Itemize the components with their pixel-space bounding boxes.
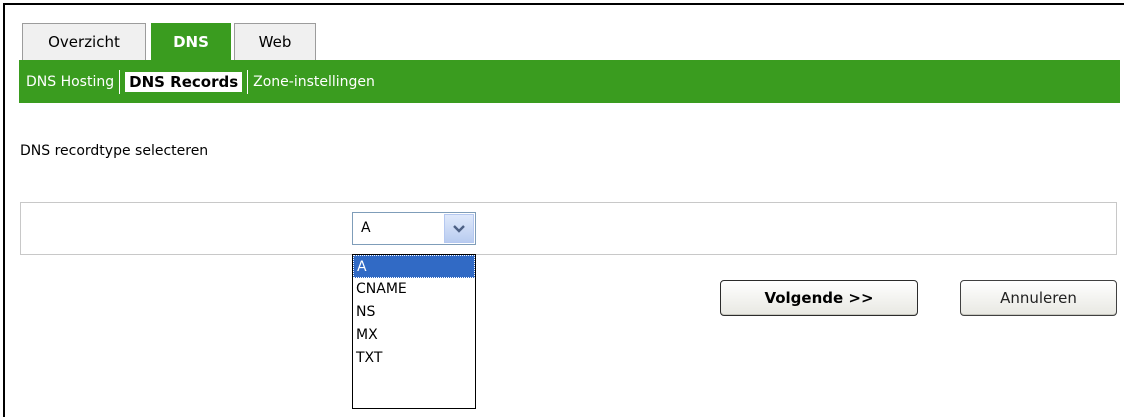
option-ns[interactable]: NS: [353, 301, 475, 324]
select-current-value: A: [361, 220, 371, 236]
page-heading: DNS recordtype selecteren: [20, 143, 209, 159]
next-button[interactable]: Volgende >>: [720, 280, 918, 316]
recordtype-select[interactable]: A: [352, 212, 476, 245]
option-a[interactable]: A: [353, 255, 475, 278]
subnav-separator: [119, 69, 121, 94]
sub-navigation: DNS Hosting DNS Records Zone-instellinge…: [19, 60, 1120, 103]
tab-dns[interactable]: DNS: [151, 23, 231, 60]
tab-web[interactable]: Web: [234, 23, 316, 60]
recordtype-dropdown-list: A CNAME NS MX TXT: [352, 254, 476, 409]
subnav-separator: [247, 69, 249, 94]
subnav-item-dns-hosting[interactable]: DNS Hosting: [26, 74, 114, 90]
tab-overzicht[interactable]: Overzicht: [22, 23, 146, 60]
option-txt[interactable]: TXT: [353, 347, 475, 370]
dropdown-button[interactable]: [444, 214, 474, 243]
subnav-item-dns-records[interactable]: DNS Records: [125, 71, 243, 92]
selection-panel: [20, 202, 1117, 255]
chevron-down-icon: [453, 225, 465, 233]
option-cname[interactable]: CNAME: [353, 278, 475, 301]
cancel-button[interactable]: Annuleren: [960, 280, 1117, 316]
option-mx[interactable]: MX: [353, 324, 475, 347]
subnav-item-zone-instellingen[interactable]: Zone-instellingen: [253, 74, 375, 90]
